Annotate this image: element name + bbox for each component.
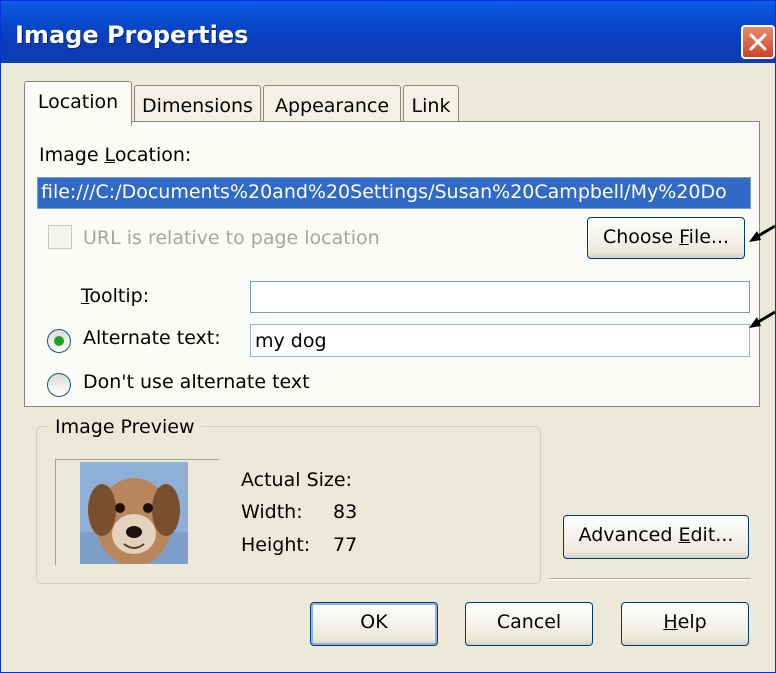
alternate-text-label: Alternate text:	[83, 327, 221, 349]
advanced-edit-button[interactable]: Advanced Edit...	[563, 515, 749, 559]
alternate-text-input[interactable]: my dog	[250, 324, 750, 357]
alternate-text-radio[interactable]	[47, 329, 71, 353]
separator-line	[549, 578, 751, 580]
annotation-arrow-icon	[749, 224, 776, 242]
height-label: Height:	[241, 534, 311, 556]
cancel-button[interactable]: Cancel	[465, 602, 593, 646]
image-location-input[interactable]: file:///C:/Documents%20and%20Settings/Su…	[37, 177, 751, 209]
help-button[interactable]: Help	[621, 602, 749, 646]
url-relative-checkbox[interactable]	[48, 225, 72, 249]
tooltip-input[interactable]	[250, 281, 750, 313]
no-alt-text-radio[interactable]	[47, 373, 71, 397]
width-label: Width:	[241, 501, 303, 523]
no-alt-text-label: Don't use alternate text	[83, 371, 310, 393]
dog-photo-icon	[80, 462, 188, 564]
image-preview-frame	[55, 459, 219, 565]
image-preview-title: Image Preview	[49, 416, 201, 438]
actual-size-label: Actual Size:	[241, 469, 352, 491]
ok-button[interactable]: OK	[310, 602, 438, 646]
url-relative-label: URL is relative to page location	[83, 227, 380, 249]
panel-content: Image Location: file:///C:/Documents%20a…	[1, 1, 776, 672]
annotation-arrow-icon	[749, 310, 776, 328]
width-value: 83	[333, 501, 358, 523]
image-location-label: Image Location:	[39, 144, 192, 166]
choose-file-button[interactable]: Choose File...	[587, 217, 745, 259]
height-value: 77	[333, 534, 358, 556]
radio-selected-dot	[54, 336, 64, 346]
image-location-value: file:///C:/Documents%20and%20Settings/Su…	[41, 181, 727, 203]
image-properties-dialog: Image Properties Location Dimensions App…	[0, 0, 776, 673]
tooltip-label: Tooltip:	[81, 285, 150, 307]
